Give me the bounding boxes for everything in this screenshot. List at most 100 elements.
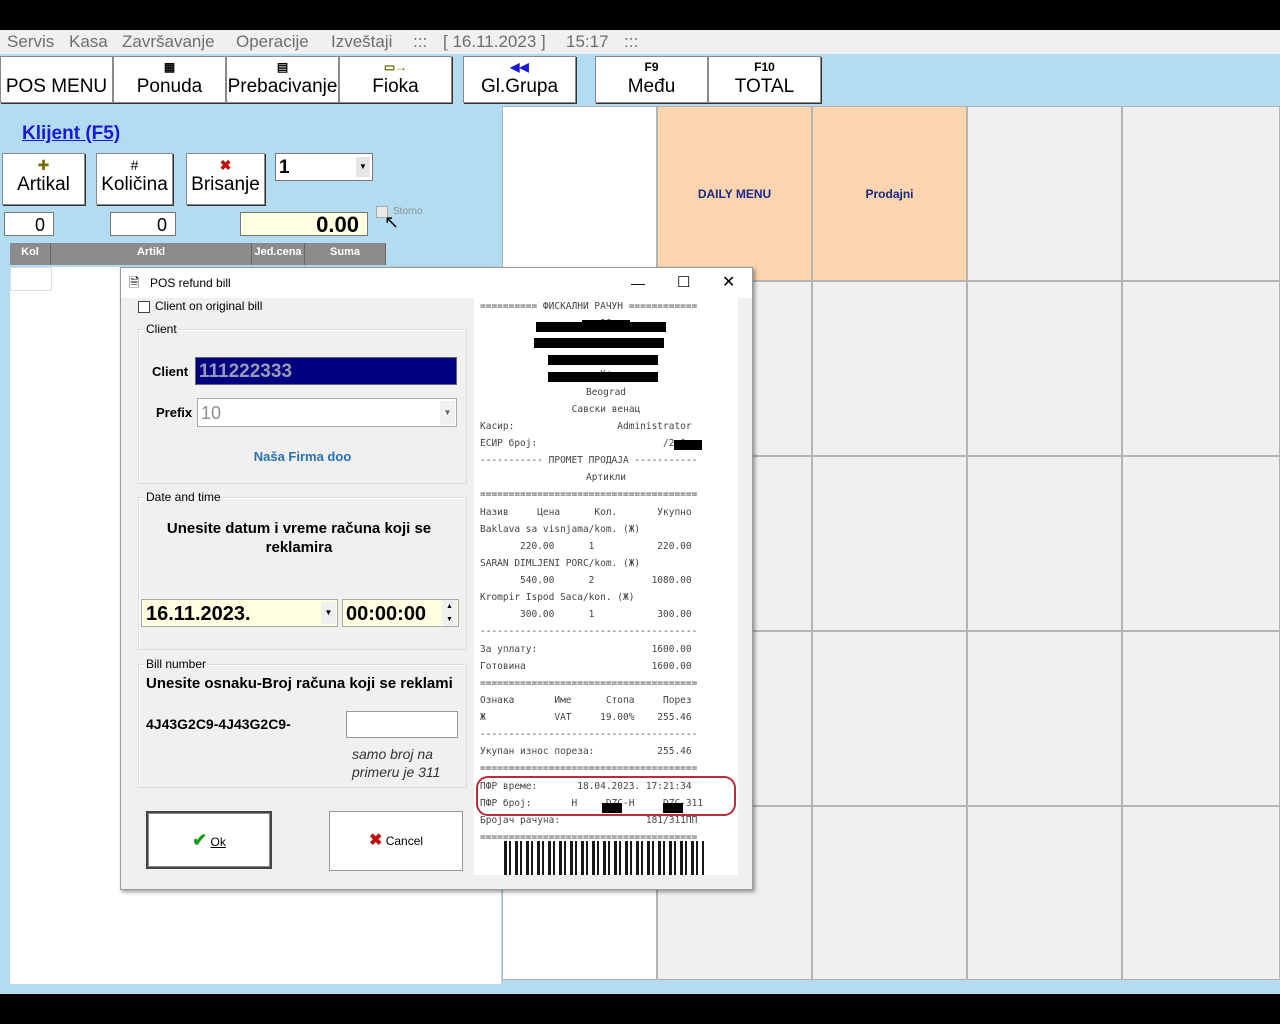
main-toolbar: POS MENU ▦ Ponuda ▤ Prebacivanje ▭→ Fioka ◀… bbox=[0, 56, 1280, 104]
receipt-line: 220.00 1 220.00 bbox=[480, 541, 692, 552]
pos-menu-button[interactable]: POS MENU bbox=[0, 56, 113, 103]
tile-empty[interactable] bbox=[967, 281, 1122, 456]
time-stepper[interactable]: 00:00:00 ▲ ▼ bbox=[342, 599, 459, 627]
receipt-line: Ознака Име Стопа Порез bbox=[480, 695, 692, 706]
cancel-button[interactable]: ✖ Cancel bbox=[329, 811, 463, 871]
tile-empty[interactable] bbox=[1122, 281, 1280, 456]
menu-izvestaji[interactable]: Izveštaji bbox=[331, 30, 392, 54]
menu-operacije[interactable]: Operacije bbox=[236, 30, 309, 54]
receipt-line: Ж VAT 19.00% 255.46 bbox=[480, 712, 692, 723]
redaction-bar bbox=[548, 372, 658, 382]
menu-doc-icon: ▦ bbox=[163, 60, 176, 74]
delete-icon: ✖ bbox=[219, 157, 232, 173]
tile-prodajni[interactable]: Prodajni bbox=[812, 106, 967, 281]
col-suma[interactable]: Suma bbox=[305, 243, 386, 265]
tile-empty[interactable] bbox=[967, 456, 1122, 631]
qr-code-icon bbox=[504, 841, 704, 875]
minimize-icon[interactable]: — bbox=[631, 268, 645, 298]
medju-button[interactable]: F9 Među bbox=[595, 56, 708, 103]
dialog-titlebar[interactable]: 🗎 POS refund bill — ☐ ✕ bbox=[121, 268, 752, 298]
receipt-line: ========== ФИСКАЛНИ РАЧУН ============ bbox=[480, 301, 698, 312]
receipt-line: Артикли bbox=[585, 472, 627, 483]
checkmark-icon: ✔ bbox=[192, 830, 208, 850]
bill-number-input[interactable] bbox=[346, 711, 458, 738]
redaction-bar bbox=[536, 322, 666, 332]
total-button[interactable]: F10 TOTAL bbox=[708, 56, 821, 103]
datetime-prompt: Unesite datum i vreme računa koji se rek… bbox=[166, 520, 432, 556]
receipt-app-icon: 🗎 bbox=[129, 275, 140, 290]
current-time: 15:17 bbox=[566, 32, 609, 51]
tile-empty[interactable] bbox=[812, 631, 967, 806]
brisanje-button[interactable]: ✖ Brisanje bbox=[186, 153, 265, 205]
bill-number-prompt: Unesite osnaku-Broj računa koji se rekla… bbox=[146, 675, 453, 692]
mouse-cursor-icon: ↖ bbox=[384, 212, 400, 232]
menu-kasa[interactable]: Kasa bbox=[69, 30, 108, 54]
tile-empty[interactable] bbox=[967, 631, 1122, 806]
close-x-icon: ✖ bbox=[368, 832, 383, 849]
tile-empty[interactable] bbox=[1122, 631, 1280, 806]
receipt-line: Beograd bbox=[585, 387, 627, 398]
gl-grupa-button[interactable]: ◀◀ Gl.Grupa bbox=[463, 56, 576, 103]
prefix-label: Prefix bbox=[156, 405, 193, 420]
receipt-line: Назив Цена Кол. Укупно bbox=[480, 507, 692, 518]
tile-empty[interactable] bbox=[1122, 806, 1280, 980]
tile-empty[interactable] bbox=[967, 106, 1122, 281]
chevron-down-icon: ▼ bbox=[321, 602, 336, 624]
menu-servis[interactable]: Servis bbox=[7, 30, 54, 54]
tile-empty[interactable] bbox=[1122, 456, 1280, 631]
spin-arrows-icon[interactable]: ▲ ▼ bbox=[442, 600, 457, 626]
client-input[interactable]: 111222333 bbox=[195, 357, 457, 385]
col-jed-cena[interactable]: Jed.cena bbox=[252, 243, 305, 265]
item-total-field: 0 bbox=[110, 212, 176, 236]
receipt-line: За уплату: 1600.00 bbox=[480, 644, 692, 655]
date-picker[interactable]: 16.11.2023. ▼ bbox=[141, 599, 338, 627]
col-kol[interactable]: Kol bbox=[10, 243, 51, 265]
client-link[interactable]: Klijent (F5) bbox=[22, 123, 120, 145]
add-item-icon: ✚ bbox=[37, 157, 50, 173]
tile-empty[interactable] bbox=[1122, 106, 1280, 281]
transfer-doc-icon: ▤ bbox=[276, 60, 289, 74]
tile-empty[interactable] bbox=[812, 281, 967, 456]
tile-empty[interactable] bbox=[967, 806, 1122, 980]
close-icon[interactable]: ✕ bbox=[722, 268, 735, 298]
receipt-line: ====================================== bbox=[480, 678, 698, 689]
menu-separator-2: ::: bbox=[624, 32, 639, 51]
fioka-button[interactable]: ▭→ Fioka bbox=[339, 56, 452, 103]
quantity-select[interactable]: 1 ▼ bbox=[275, 153, 373, 181]
prebacivanje-button[interactable]: ▤ Prebacivanje bbox=[226, 56, 339, 103]
bill-number-group-label: Bill number bbox=[145, 657, 208, 671]
bill-number-group: Bill number Unesite osnaku-Broj računa k… bbox=[138, 657, 467, 788]
receipt-line: 300.00 1 300.00 bbox=[480, 609, 692, 620]
receipt-line: -------------------------------------- bbox=[480, 729, 698, 740]
datetime-group-label: Date and time bbox=[145, 490, 222, 504]
receipt-line: Укупан износ пореза: 255.46 bbox=[480, 746, 692, 757]
artikal-button[interactable]: ✚ Artikal bbox=[2, 153, 85, 205]
ponuda-button[interactable]: ▦ Ponuda bbox=[113, 56, 226, 103]
tile-empty[interactable] bbox=[812, 456, 967, 631]
client-on-original-checkbox[interactable] bbox=[138, 301, 150, 313]
receipt-line: ----------- ПРОМЕТ ПРОДАЈА ----------- bbox=[480, 455, 698, 466]
grid-row[interactable] bbox=[10, 267, 52, 291]
menu-zavrsavanje[interactable]: Završavanje bbox=[122, 30, 215, 54]
cancel-label: Cancel bbox=[385, 834, 424, 848]
qty-total-field: 0 bbox=[4, 212, 54, 236]
receipt-line: Бројач рачуна: 181/311ПП bbox=[480, 815, 698, 826]
client-group: Client Client 111222333 Prefix 10 ▼ Naša… bbox=[138, 322, 467, 484]
receipt-line: -------------------------------------- bbox=[480, 626, 698, 637]
chevron-down-icon: ▼ bbox=[356, 157, 370, 177]
kolicina-button[interactable]: # Količina bbox=[96, 153, 173, 205]
maximize-icon[interactable]: ☐ bbox=[677, 268, 690, 298]
receipt-line: SARAN DIMLJENI PORC/kom. (Ж) bbox=[480, 558, 641, 569]
receipt-line: Krompir Ispod Saca/kon. (Ж) bbox=[480, 592, 635, 603]
col-artikl[interactable]: Artikl bbox=[51, 243, 252, 265]
tile-empty[interactable] bbox=[812, 806, 967, 980]
redaction-bar bbox=[674, 440, 702, 450]
tile-daily-menu[interactable]: DAILY MENU bbox=[657, 106, 812, 281]
client-on-original-label: Client on original bill bbox=[155, 299, 263, 313]
sum-total-field: 0.00 bbox=[240, 212, 368, 237]
prefix-select[interactable]: 10 ▼ bbox=[197, 398, 457, 427]
items-grid-header: Kol Artikl Jed.cena Suma bbox=[10, 243, 386, 265]
ok-button[interactable]: ✔ Ok bbox=[146, 811, 272, 869]
fiscal-receipt-preview: ========== ФИСКАЛНИ РАЧУН ============10… bbox=[474, 298, 738, 875]
menu-separator: ::: bbox=[413, 32, 428, 51]
